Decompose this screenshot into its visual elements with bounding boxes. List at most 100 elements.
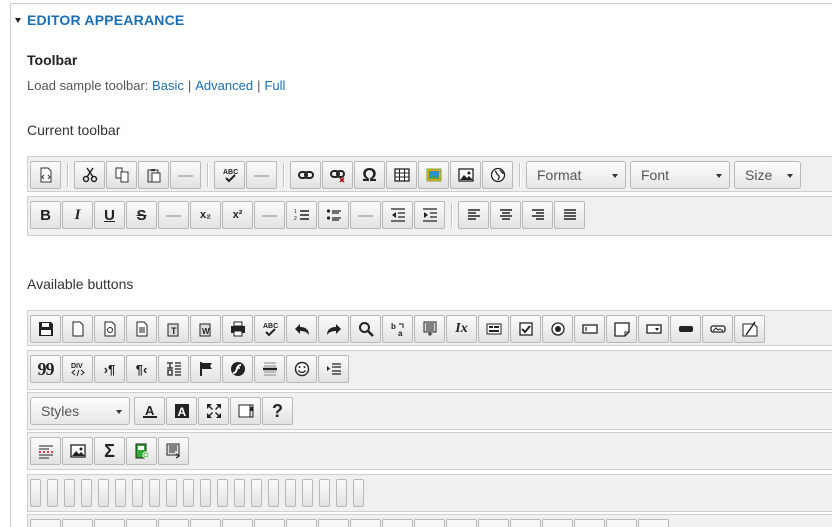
bulleted-list-button[interactable] xyxy=(318,201,349,229)
cut-button[interactable] xyxy=(74,161,105,189)
preview-button[interactable] xyxy=(94,315,125,343)
separator-placeholder-button[interactable]: — xyxy=(350,201,381,229)
separator-placeholder-button[interactable]: — xyxy=(158,201,189,229)
editor-appearance-toggle[interactable]: EDITOR APPEARANCE xyxy=(15,12,184,28)
background-color-button[interactable]: A xyxy=(166,397,197,425)
toolbar-button[interactable] xyxy=(94,519,125,527)
paste-button[interactable] xyxy=(138,161,169,189)
toolbar-button[interactable] xyxy=(318,519,349,527)
sample-full-link[interactable]: Full xyxy=(264,78,285,93)
print-button[interactable] xyxy=(222,315,253,343)
justify-button[interactable] xyxy=(554,201,585,229)
language-button[interactable] xyxy=(482,161,513,189)
toolbar-button[interactable] xyxy=(606,519,637,527)
source-button[interactable] xyxy=(30,161,61,189)
size-combo[interactable]: Size xyxy=(734,161,801,189)
superscript-button[interactable]: x² xyxy=(222,201,253,229)
button-element-button[interactable] xyxy=(670,315,701,343)
toolbar-button[interactable] xyxy=(446,519,477,527)
hidden-field-button[interactable] xyxy=(734,315,765,343)
separator-handle[interactable] xyxy=(166,479,177,507)
toolbar-button[interactable] xyxy=(574,519,605,527)
separator-handle[interactable] xyxy=(200,479,211,507)
toolbar-button[interactable] xyxy=(638,519,669,527)
separator-handle[interactable] xyxy=(132,479,143,507)
separator-handle[interactable] xyxy=(285,479,296,507)
sample-advanced-link[interactable]: Advanced xyxy=(195,78,253,93)
image-button[interactable] xyxy=(450,161,481,189)
video-button[interactable] xyxy=(126,437,157,465)
link-button[interactable] xyxy=(290,161,321,189)
iframe-button[interactable] xyxy=(230,397,261,425)
numbered-list-button[interactable]: 12 xyxy=(286,201,317,229)
font-combo[interactable]: Font xyxy=(630,161,730,189)
separator-handle[interactable] xyxy=(353,479,364,507)
outdent-button[interactable] xyxy=(382,201,413,229)
indent-button[interactable] xyxy=(414,201,445,229)
unlink-button[interactable] xyxy=(322,161,353,189)
page-break-button[interactable] xyxy=(30,437,61,465)
templates-button[interactable] xyxy=(126,315,157,343)
new-page-button[interactable] xyxy=(62,315,93,343)
subscript-button[interactable]: x₂ xyxy=(190,201,221,229)
about-button[interactable]: ? xyxy=(262,397,293,425)
toolbar-button[interactable] xyxy=(510,519,541,527)
toolbar-button[interactable] xyxy=(190,519,221,527)
replace-button[interactable]: ba xyxy=(382,315,413,343)
toolbar-button[interactable] xyxy=(350,519,381,527)
table-button[interactable] xyxy=(386,161,417,189)
paste-word-button[interactable]: W xyxy=(190,315,221,343)
bidi-ltr-button[interactable]: ›¶ xyxy=(94,355,125,383)
separator-handle[interactable] xyxy=(251,479,262,507)
math-button[interactable]: Σ xyxy=(94,437,125,465)
format-combo[interactable]: Format xyxy=(526,161,626,189)
separator-handle[interactable] xyxy=(302,479,313,507)
toolbar-button[interactable] xyxy=(478,519,509,527)
redo-button[interactable] xyxy=(318,315,349,343)
spellcheck-button[interactable]: ABC xyxy=(214,161,245,189)
flash-button[interactable] xyxy=(222,355,253,383)
separator-handle[interactable] xyxy=(336,479,347,507)
align-center-button[interactable] xyxy=(490,201,521,229)
copy-button[interactable] xyxy=(106,161,137,189)
image-button-element-button[interactable] xyxy=(702,315,733,343)
text-field-button[interactable] xyxy=(574,315,605,343)
media-button[interactable] xyxy=(62,437,93,465)
find-button[interactable] xyxy=(350,315,381,343)
spellcheck-as-you-type-button[interactable]: ABC xyxy=(254,315,285,343)
create-div-button[interactable]: DIV xyxy=(62,355,93,383)
separator-handle[interactable] xyxy=(183,479,194,507)
checkbox-button[interactable] xyxy=(510,315,541,343)
undo-button[interactable] xyxy=(286,315,317,343)
blockquote-button[interactable]: 99 xyxy=(30,355,61,383)
separator-handle[interactable] xyxy=(98,479,109,507)
toolbar-button[interactable] xyxy=(30,519,61,527)
separator-handle[interactable] xyxy=(81,479,92,507)
separator-handle[interactable] xyxy=(47,479,58,507)
abbreviation-button[interactable] xyxy=(158,355,189,383)
align-right-button[interactable] xyxy=(522,201,553,229)
bold-button[interactable]: B xyxy=(30,201,61,229)
toolbar-button[interactable] xyxy=(222,519,253,527)
italic-button[interactable]: I xyxy=(62,201,93,229)
text-color-button[interactable]: A xyxy=(134,397,165,425)
horizontal-rule-button[interactable] xyxy=(254,355,285,383)
separator-placeholder-button[interactable]: — xyxy=(170,161,201,189)
save-button[interactable] xyxy=(30,315,61,343)
toolbar-button[interactable] xyxy=(286,519,317,527)
form-button[interactable] xyxy=(478,315,509,343)
image2-button[interactable] xyxy=(418,161,449,189)
toolbar-button[interactable] xyxy=(158,519,189,527)
toolbar-button[interactable] xyxy=(382,519,413,527)
anchor-button[interactable] xyxy=(190,355,221,383)
toolbar-button[interactable] xyxy=(542,519,573,527)
separator-handle[interactable] xyxy=(319,479,330,507)
bidi-rtl-button[interactable]: ¶‹ xyxy=(126,355,157,383)
separator-placeholder-button[interactable]: — xyxy=(254,201,285,229)
special-char-button[interactable]: Ω xyxy=(354,161,385,189)
toolbar-button[interactable] xyxy=(414,519,445,527)
toolbar-button[interactable] xyxy=(62,519,93,527)
paste-text-button[interactable]: T xyxy=(158,315,189,343)
separator-handle[interactable] xyxy=(149,479,160,507)
maximize-button[interactable] xyxy=(198,397,229,425)
